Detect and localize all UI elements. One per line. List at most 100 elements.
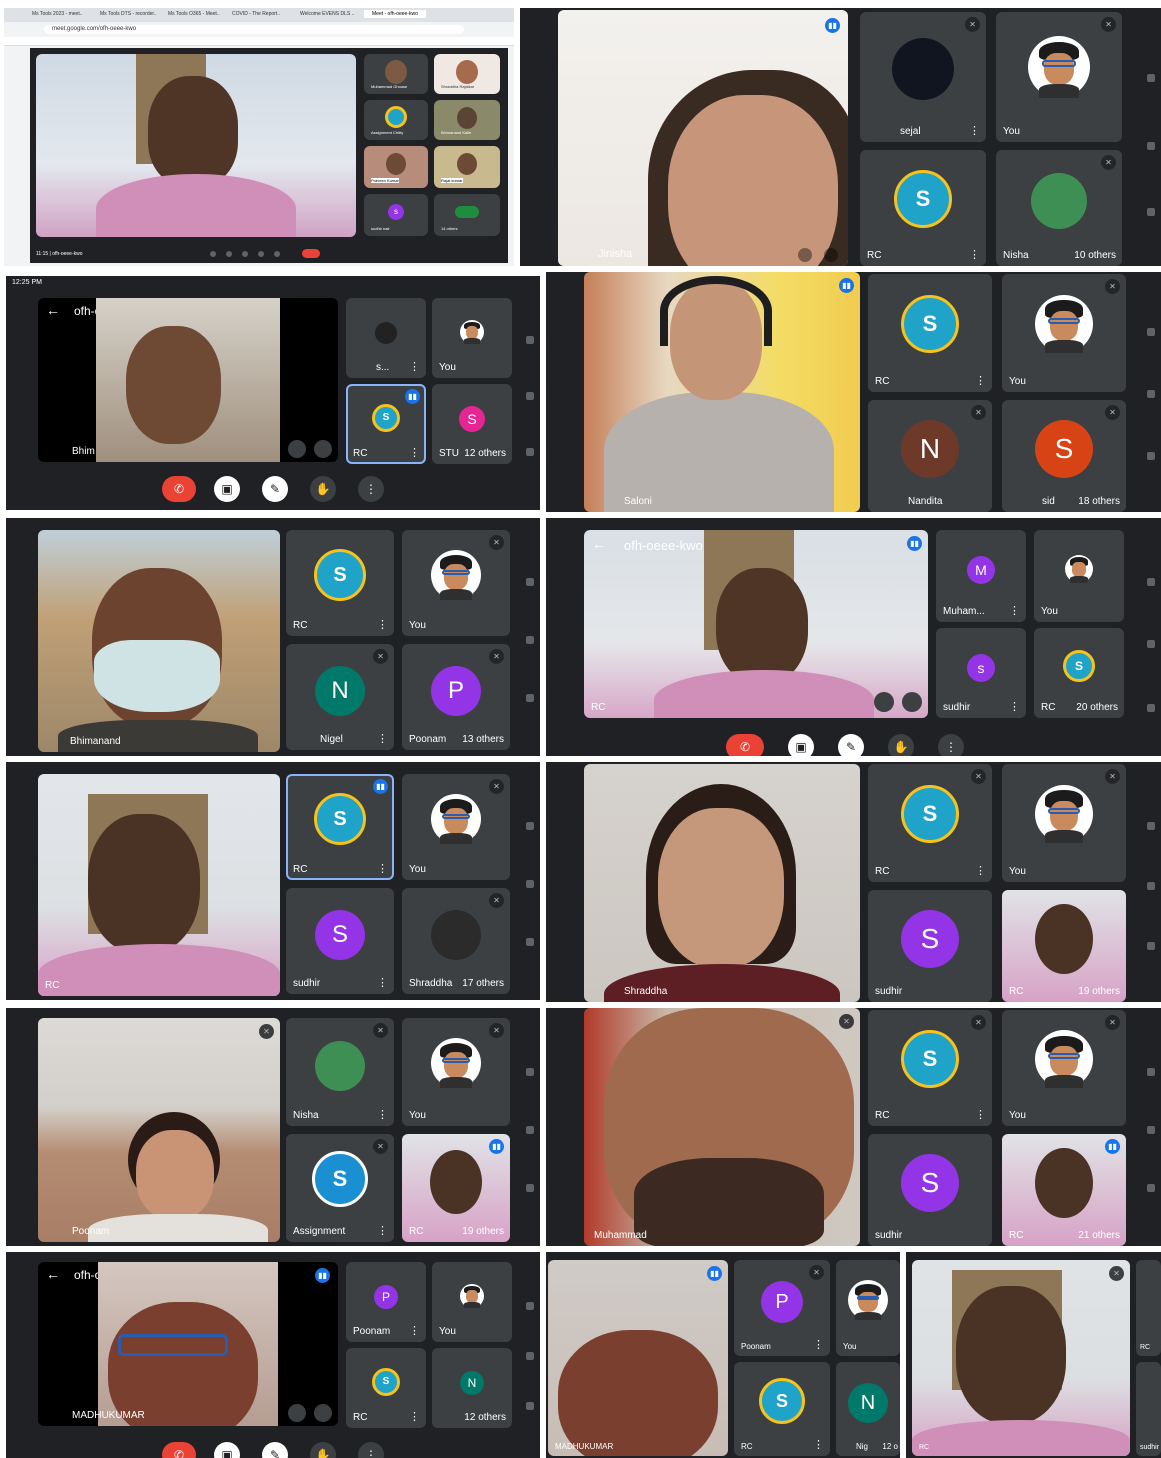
- fullscreen-icon[interactable]: [824, 248, 838, 262]
- others-count[interactable]: 10 others: [1074, 250, 1116, 261]
- participant-tile[interactable]: s sudhir nair: [364, 194, 428, 236]
- more-options-icon[interactable]: ⋮: [409, 1326, 420, 1337]
- participant-tile[interactable]: Assignment Chitty: [364, 100, 428, 140]
- fullscreen-icon[interactable]: [314, 1404, 332, 1422]
- others-count[interactable]: 12 others: [464, 1412, 506, 1423]
- fullscreen-icon[interactable]: [902, 692, 922, 712]
- participant-tile[interactable]: ✕ Nisha 10 others: [996, 150, 1122, 266]
- participant-tile[interactable]: ✕ You: [402, 774, 510, 880]
- participant-tile[interactable]: sudhir: [1136, 1362, 1161, 1456]
- address-bar[interactable]: meet.google.com/ofh-oeee-kwo: [44, 25, 464, 34]
- camera-button[interactable]: [226, 251, 232, 257]
- participant-tile[interactable]: s... ⋮: [346, 298, 426, 378]
- participant-tile[interactable]: P Poonam ⋮: [346, 1262, 426, 1342]
- participant-tile[interactable]: S ▮▮ RC ⋮: [286, 774, 394, 880]
- participant-tile[interactable]: Ssudhir ⋮: [286, 888, 394, 994]
- present-button[interactable]: [258, 251, 264, 257]
- participant-tile[interactable]: ✕ sejal ⋮: [860, 12, 986, 142]
- pin-icon[interactable]: [798, 248, 812, 262]
- participant-tile[interactable]: S ✕ sid 18 others: [1002, 400, 1126, 512]
- browser-tab[interactable]: Welcome EVENS DLS ..: [300, 11, 354, 17]
- participant-tile[interactable]: You: [836, 1260, 900, 1356]
- more-options-icon[interactable]: ⋮: [975, 1110, 986, 1121]
- more-options-button[interactable]: [274, 251, 280, 257]
- camera-off-button[interactable]: ▣: [214, 1442, 240, 1458]
- participant-tile[interactable]: ✕ You: [1002, 1010, 1126, 1126]
- more-options-icon[interactable]: ⋮: [409, 362, 420, 373]
- raise-hand-button[interactable]: ✋: [310, 476, 336, 502]
- fullscreen-icon[interactable]: [314, 440, 332, 458]
- participant-tile[interactable]: S RC 20 others: [1034, 628, 1124, 718]
- more-options-icon[interactable]: ⋮: [975, 376, 986, 387]
- participant-tile[interactable]: Ssudhir: [868, 1134, 992, 1246]
- camera-off-button[interactable]: ▣: [214, 476, 240, 502]
- participant-tile[interactable]: S RC ⋮: [860, 150, 986, 266]
- others-count[interactable]: 19 others: [462, 1226, 504, 1237]
- participant-tile[interactable]: ▮▮ RC 21 others: [1002, 1134, 1126, 1246]
- raise-hand-button[interactable]: [242, 251, 248, 257]
- raise-hand-button[interactable]: ✋: [310, 1442, 336, 1458]
- participant-tile[interactable]: S ✕ RC ⋮: [868, 764, 992, 882]
- others-count[interactable]: 12 others: [464, 448, 506, 459]
- more-options-button[interactable]: ⋮: [938, 734, 964, 756]
- participant-tile[interactable]: S ✕ Assignment ⋮: [286, 1134, 394, 1242]
- back-arrow-icon[interactable]: ←: [46, 1266, 60, 1282]
- participant-tile[interactable]: S ✕ RC ⋮: [868, 1010, 992, 1126]
- more-options-icon[interactable]: ⋮: [377, 1110, 388, 1121]
- more-options-icon[interactable]: ⋮: [1009, 702, 1020, 713]
- back-arrow-icon[interactable]: ←: [592, 536, 606, 552]
- participant-tile[interactable]: P ✕ Poonam ⋮: [734, 1260, 830, 1356]
- participant-tile[interactable]: You: [432, 1262, 512, 1342]
- participant-tile[interactable]: S RC ⋮: [868, 274, 992, 392]
- participant-tile[interactable]: N ✕ Nandita: [868, 400, 992, 512]
- participant-tile[interactable]: Bhimanand Kalle: [434, 100, 500, 140]
- more-options-icon[interactable]: ⋮: [377, 1226, 388, 1237]
- others-count[interactable]: 21 others: [1078, 1230, 1120, 1241]
- more-options-icon[interactable]: ⋮: [377, 620, 388, 631]
- others-count[interactable]: 13 others: [462, 734, 504, 745]
- browser-tab[interactable]: Ms Tools 2023 - meet..: [32, 11, 83, 17]
- browser-tab[interactable]: COVID - The Report..: [232, 11, 280, 17]
- end-call-button[interactable]: [302, 249, 320, 258]
- more-options-icon[interactable]: ⋮: [969, 250, 980, 261]
- end-call-button[interactable]: ✆: [162, 476, 196, 502]
- participant-tile[interactable]: S RC ⋮: [734, 1362, 830, 1456]
- participant-tile[interactable]: s sudhir ⋮: [936, 628, 1026, 718]
- more-options-icon[interactable]: ⋮: [377, 978, 388, 989]
- raise-hand-button[interactable]: ✋: [888, 734, 914, 756]
- participant-tile[interactable]: ✕ You: [1002, 274, 1126, 392]
- participant-tile[interactable]: You: [432, 298, 512, 378]
- participant-tile[interactable]: Shraddha Rajalkar: [434, 54, 500, 94]
- participant-tile[interactable]: ✕ Nisha ⋮: [286, 1018, 394, 1126]
- participant-tile[interactable]: ✕ You: [1002, 764, 1126, 882]
- participant-tile[interactable]: P ✕ Poonam 13 others: [402, 644, 510, 750]
- more-options-icon[interactable]: ⋮: [969, 126, 980, 137]
- others-count[interactable]: 17 others: [462, 978, 504, 989]
- more-options-button[interactable]: ⋮: [358, 1442, 384, 1458]
- participant-tile[interactable]: Praveen Kumar: [364, 146, 428, 188]
- end-call-button[interactable]: ✆: [726, 734, 764, 756]
- others-count[interactable]: 19 others: [1078, 986, 1120, 997]
- participant-tile[interactable]: RC 19 others: [1002, 890, 1126, 1002]
- pin-icon[interactable]: [874, 692, 894, 712]
- more-options-icon[interactable]: ⋮: [1009, 606, 1020, 617]
- more-options-icon[interactable]: ⋮: [813, 1440, 824, 1451]
- more-options-icon[interactable]: ⋮: [813, 1340, 824, 1351]
- participant-tile[interactable]: ▮▮ RC 19 others: [402, 1134, 510, 1242]
- participant-tile[interactable]: You: [1034, 530, 1124, 622]
- participant-tile[interactable]: N Nig 12 o: [836, 1362, 900, 1456]
- participant-tile[interactable]: RC: [1136, 1260, 1161, 1356]
- meeting-code[interactable]: ofh-oeee-kwo: [624, 538, 703, 553]
- participant-tile[interactable]: ✕ You: [996, 12, 1122, 142]
- back-arrow-icon[interactable]: ←: [46, 302, 60, 318]
- participant-tile[interactable]: ✕ Shraddha 17 others: [402, 888, 510, 994]
- browser-tab[interactable]: Ms Tools O365 - Meet..: [168, 11, 220, 17]
- more-options-icon[interactable]: ⋮: [377, 864, 388, 875]
- others-count[interactable]: 18 others: [1078, 496, 1120, 507]
- more-options-icon[interactable]: ⋮: [409, 448, 420, 459]
- mic-off-button[interactable]: ✎: [262, 476, 288, 502]
- more-options-icon[interactable]: ⋮: [377, 734, 388, 745]
- participant-tile[interactable]: Ssudhir: [868, 890, 992, 1002]
- participant-tile[interactable]: ✕ You: [402, 530, 510, 636]
- participant-tile[interactable]: N ✕ Nigel ⋮: [286, 644, 394, 750]
